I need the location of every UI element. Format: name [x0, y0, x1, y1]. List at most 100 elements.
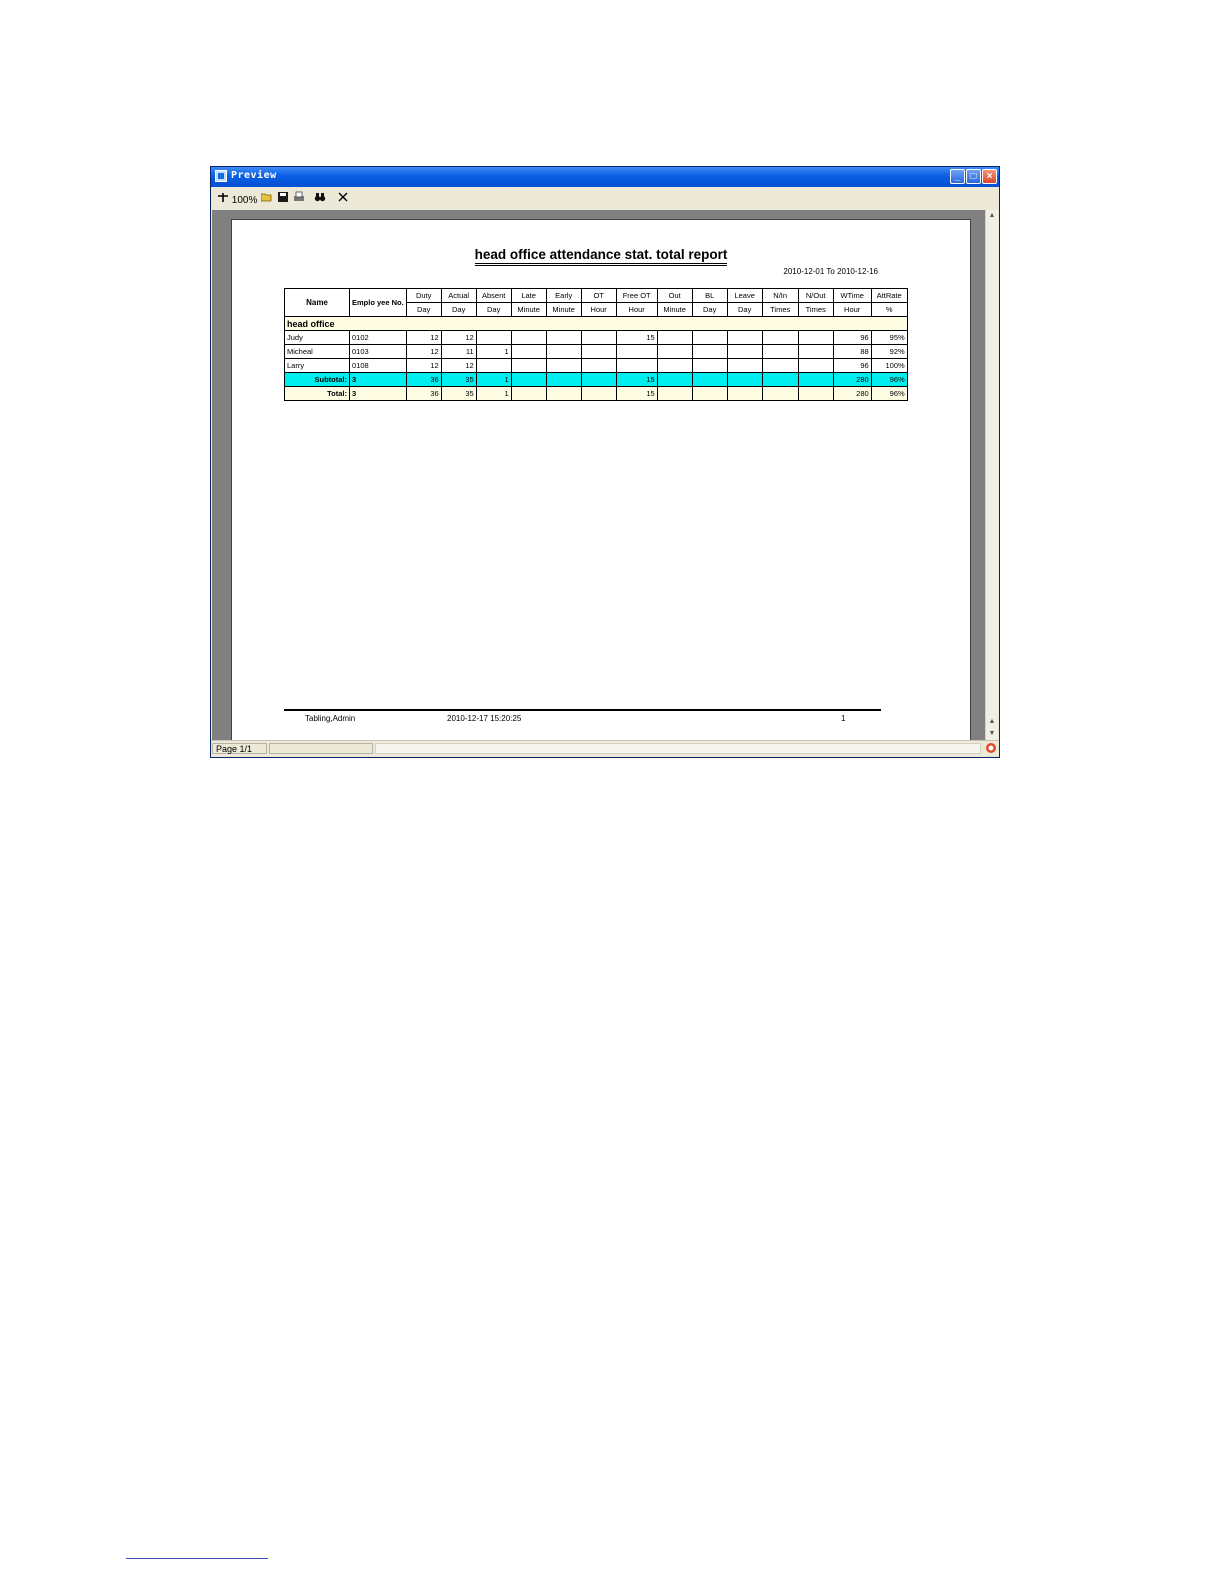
report-page: head office attendance stat. total repor…	[231, 219, 971, 741]
status-app-icon	[986, 743, 996, 753]
column-header: Actual	[440, 288, 477, 303]
vertical-scrollbar[interactable]: ▲ ▲ ▼	[985, 210, 998, 742]
column-header: Name	[284, 288, 350, 317]
table-cell	[510, 344, 547, 359]
open-button[interactable]	[261, 191, 273, 205]
print-button[interactable]	[293, 191, 305, 205]
table-cell	[580, 344, 617, 359]
unit-header: Minute	[545, 302, 582, 317]
horizontal-scrollbar[interactable]	[375, 743, 981, 754]
employee-name: Larry	[284, 358, 350, 373]
table-cell: 12	[405, 330, 442, 345]
table-cell	[797, 358, 834, 373]
scroll-page-up-icon[interactable]: ▲	[986, 716, 998, 728]
group-row: head office	[284, 316, 908, 331]
close-window-button[interactable]: ×	[982, 169, 997, 184]
unit-header: Day	[405, 302, 442, 317]
table-cell: 12	[405, 344, 442, 359]
employee-name: Micheal	[284, 344, 350, 359]
table-cell	[615, 344, 658, 359]
unit-header: Day	[726, 302, 763, 317]
table-cell	[797, 330, 834, 345]
table-cell	[510, 358, 547, 373]
subtotal-cell: 15	[615, 372, 658, 387]
preview-viewport[interactable]: head office attendance stat. total repor…	[212, 210, 985, 742]
column-header: N/In	[761, 288, 799, 303]
employee-name: Judy	[284, 330, 350, 345]
employee-number: 0102	[349, 330, 407, 345]
column-header: N/Out	[797, 288, 834, 303]
footer-printed-time: 2010-12-17 15:20:25	[447, 714, 522, 723]
unit-header: Minute	[510, 302, 547, 317]
subtotal-cell	[656, 372, 693, 387]
binoculars-icon	[314, 193, 326, 202]
table-cell	[580, 358, 617, 373]
minimize-button[interactable]: _	[950, 169, 965, 184]
close-preview-button[interactable]	[337, 191, 349, 205]
subtotal-row: Subtotal: 3 36 35 1 15 280 96%	[284, 372, 908, 387]
column-header: Late	[510, 288, 547, 303]
table-cell	[656, 344, 693, 359]
find-button[interactable]	[314, 191, 326, 205]
table-cell	[797, 344, 834, 359]
save-button[interactable]	[277, 191, 289, 205]
table-row: Judy 0102 12 12 15 96 95%	[284, 330, 908, 345]
zoom-arrow-icon	[218, 193, 228, 202]
total-cell	[510, 386, 547, 401]
subtotal-cell: 35	[440, 372, 477, 387]
table-cell	[691, 358, 728, 373]
table-cell	[545, 330, 582, 345]
subtotal-cell: 36	[405, 372, 442, 387]
table-cell: 92%	[870, 344, 908, 359]
subtotal-count: 3	[349, 372, 407, 387]
maximize-button[interactable]: □	[966, 169, 981, 184]
employee-number: 0103	[349, 344, 407, 359]
footer-divider	[284, 709, 881, 711]
table-cell	[691, 344, 728, 359]
attendance-table: Name Emplo yee No. Duty Actual Absent La…	[284, 288, 908, 401]
table-cell	[726, 330, 763, 345]
table-cell	[656, 358, 693, 373]
unit-header: Times	[761, 302, 799, 317]
table-cell	[615, 358, 658, 373]
table-cell: 88	[832, 344, 872, 359]
page-indicator: Page 1/1	[212, 743, 267, 754]
table-cell	[545, 344, 582, 359]
total-count: 3	[349, 386, 407, 401]
table-cell	[475, 330, 512, 345]
header-row: Name Emplo yee No. Duty Actual Absent La…	[284, 288, 908, 317]
total-cell	[656, 386, 693, 401]
table-cell: 1	[475, 344, 512, 359]
total-row: Total: 3 36 35 1 15 280 96%	[284, 386, 908, 401]
zoom-button[interactable]: 100%	[217, 191, 258, 206]
column-header: OT	[580, 288, 617, 303]
footer-page-number: 1	[841, 714, 846, 723]
column-header: Early	[545, 288, 582, 303]
total-cell	[545, 386, 582, 401]
window-title: Preview	[231, 170, 277, 181]
unit-header: Day	[440, 302, 477, 317]
column-header: BL	[691, 288, 728, 303]
report-title: head office attendance stat. total repor…	[232, 247, 970, 266]
table-row: Micheal 0103 12 11 1 88 92%	[284, 344, 908, 359]
subtotal-cell	[726, 372, 763, 387]
scroll-page-down-icon[interactable]: ▼	[986, 728, 998, 740]
scroll-up-icon[interactable]: ▲	[986, 210, 998, 222]
table-cell	[510, 330, 547, 345]
title-bar[interactable]: Preview _ □ ×	[211, 167, 999, 187]
table-cell	[580, 330, 617, 345]
status-bar: Page 1/1	[211, 740, 999, 757]
table-cell	[761, 344, 799, 359]
table-cell: 11	[440, 344, 477, 359]
unit-header: Minute	[656, 302, 693, 317]
total-cell: 36	[405, 386, 442, 401]
column-header: WTime	[832, 288, 872, 303]
table-cell	[475, 358, 512, 373]
floppy-disk-icon	[278, 192, 288, 202]
column-header: Emplo yee No.	[349, 288, 407, 317]
employee-number: 0108	[349, 358, 407, 373]
subtotal-cell	[510, 372, 547, 387]
table-cell: 12	[405, 358, 442, 373]
footer-user: Tabling,Admin	[305, 714, 356, 723]
zoom-label: 100%	[231, 195, 258, 206]
